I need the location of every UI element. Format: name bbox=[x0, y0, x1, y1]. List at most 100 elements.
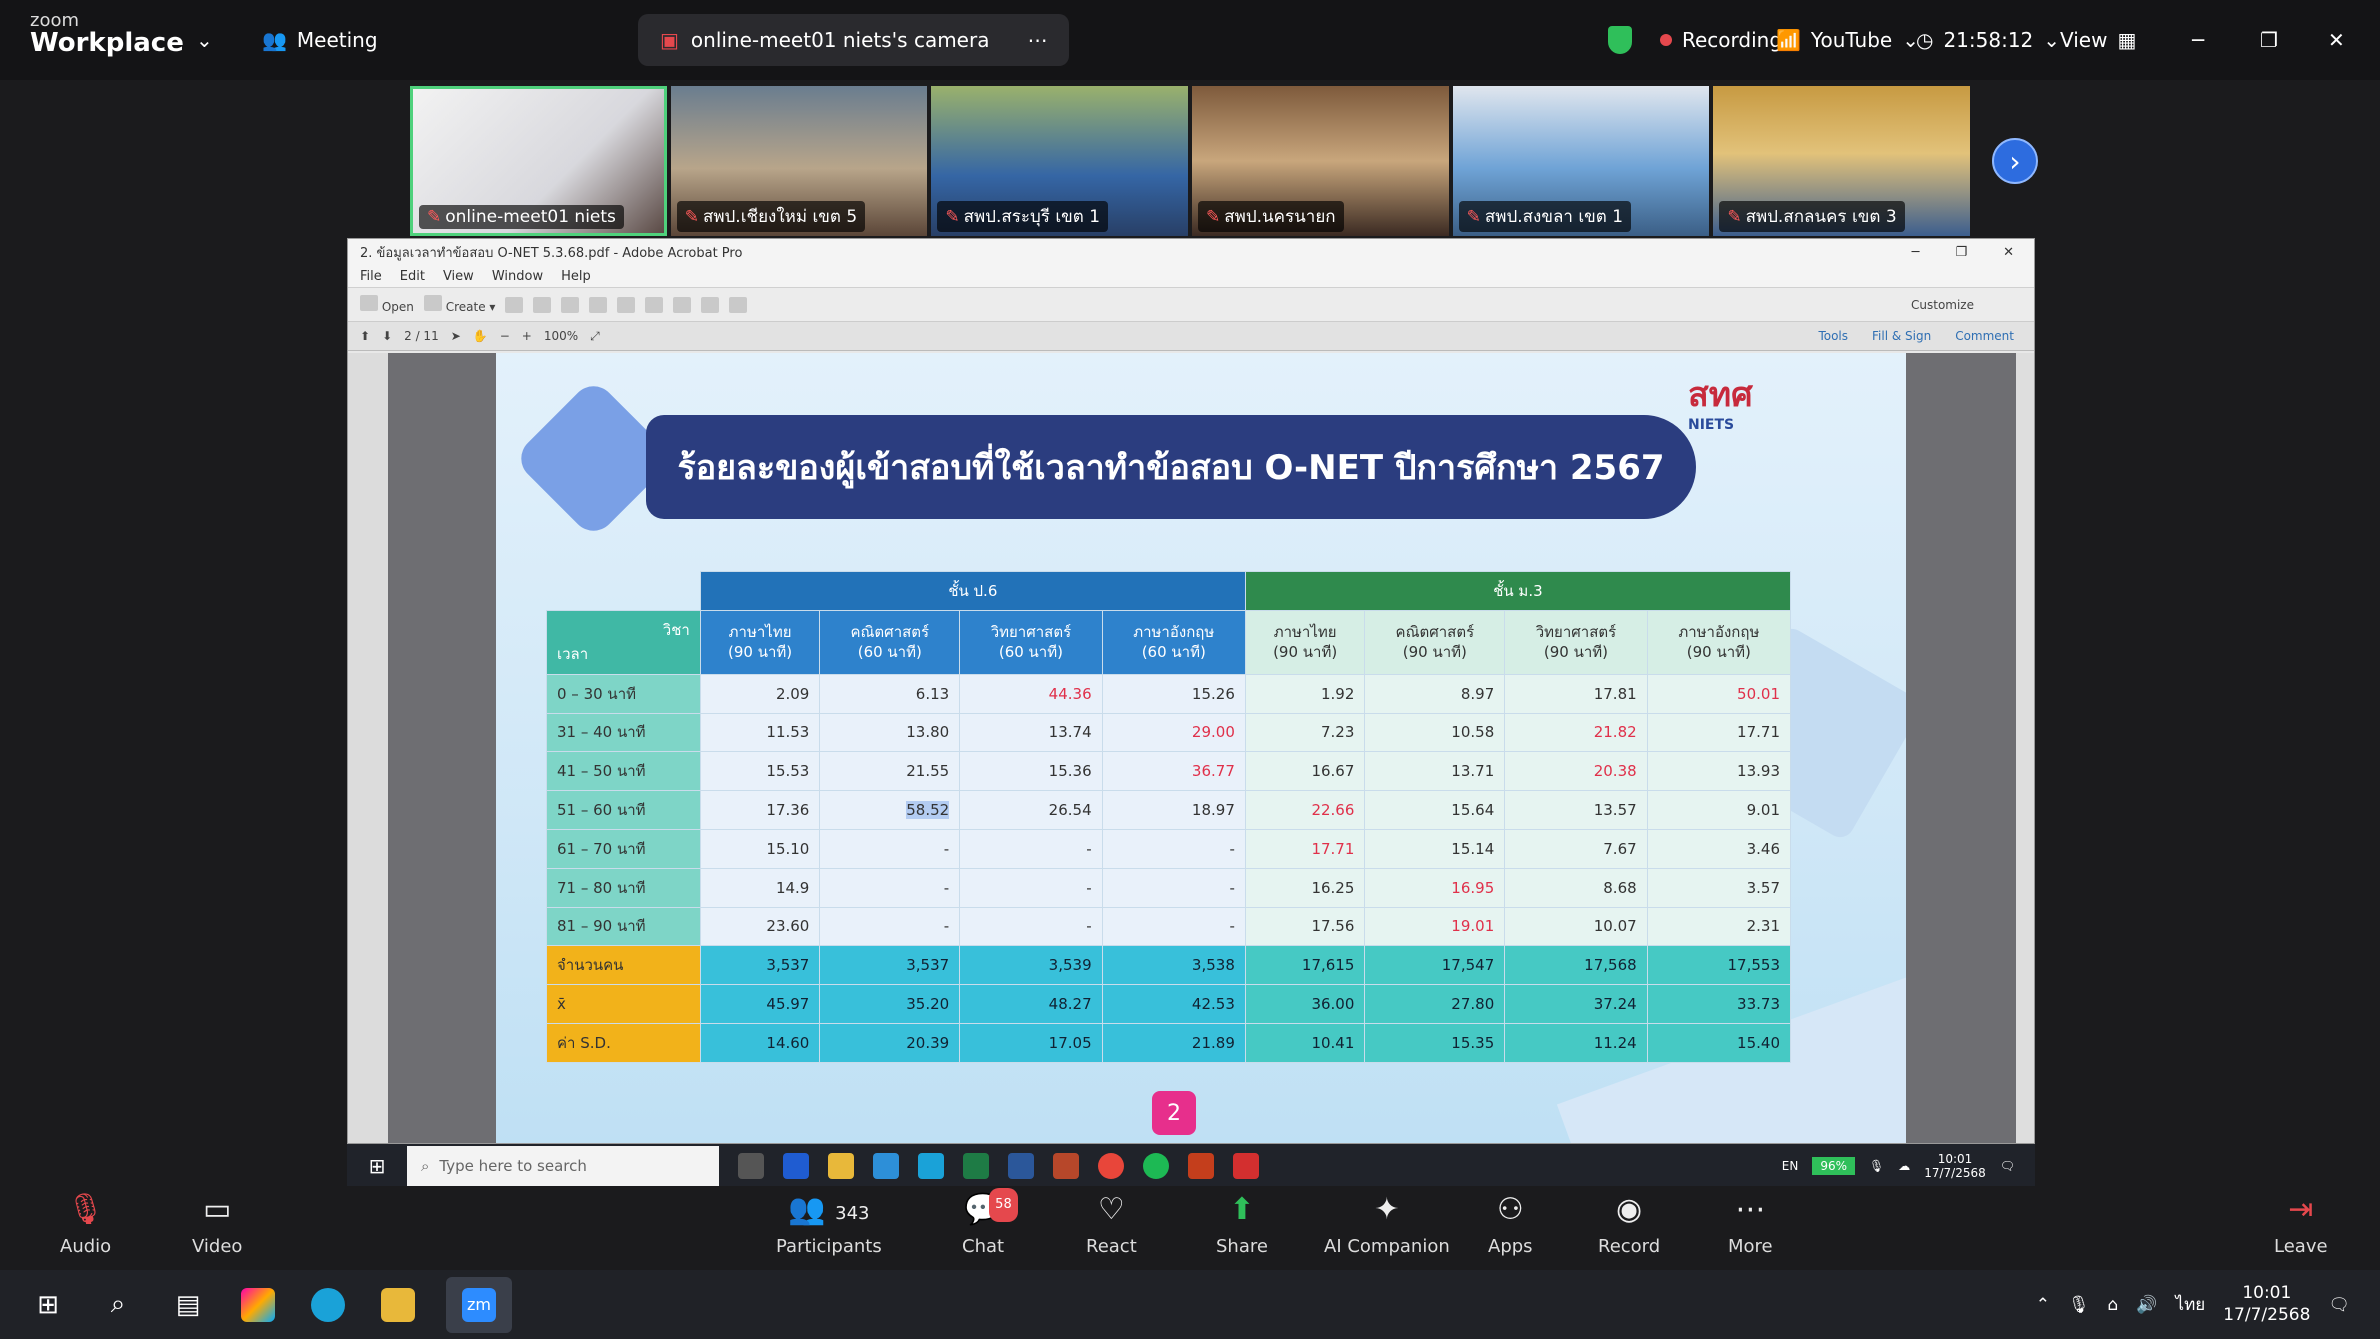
file-explorer-icon[interactable] bbox=[828, 1153, 854, 1179]
share-button[interactable]: ⬆ Share bbox=[1216, 1194, 1268, 1258]
ai-companion-button[interactable]: ✦ AI Companion bbox=[1324, 1194, 1450, 1258]
youtube-stream-menu[interactable]: 📶 YouTube ⌄ bbox=[1776, 0, 1919, 80]
zoom-workplace-logo[interactable]: zoom Workplace bbox=[30, 12, 184, 57]
fit-page-icon[interactable]: ⤢ bbox=[590, 329, 600, 344]
audio-button[interactable]: 🎙 Audio bbox=[60, 1194, 111, 1258]
remote-search-box[interactable]: ⌕ Type here to search bbox=[407, 1146, 719, 1186]
task-view-icon[interactable]: ▤ bbox=[166, 1283, 210, 1327]
chrome-icon[interactable] bbox=[1098, 1153, 1124, 1179]
notification-icon[interactable]: 🗨 bbox=[2000, 1159, 2015, 1173]
stamp-icon[interactable] bbox=[701, 296, 720, 313]
view-menu[interactable]: View ▦ bbox=[2060, 0, 2136, 80]
mic-icon[interactable]: 🎙 bbox=[1869, 1159, 1884, 1173]
chevron-down-icon[interactable]: ⌄ bbox=[196, 0, 213, 80]
apps-button[interactable]: ⚇ Apps bbox=[1488, 1194, 1533, 1258]
highlight-icon[interactable] bbox=[673, 296, 692, 313]
edge-icon[interactable] bbox=[918, 1153, 944, 1179]
print-icon[interactable] bbox=[533, 296, 552, 313]
lang-indicator[interactable]: ไทย bbox=[2176, 1291, 2206, 1318]
powerpoint-icon[interactable] bbox=[1188, 1153, 1214, 1179]
menu-file[interactable]: File bbox=[360, 269, 382, 284]
page-indicator[interactable]: 2 / 11 bbox=[404, 329, 439, 343]
prev-page-icon[interactable]: ⬆ bbox=[360, 329, 370, 343]
spotify-icon[interactable] bbox=[1143, 1153, 1169, 1179]
zoom-level[interactable]: 100% bbox=[544, 329, 578, 343]
meeting-menu[interactable]: 👥 Meeting bbox=[262, 0, 378, 80]
close-button[interactable]: ✕ bbox=[2328, 0, 2345, 80]
subject-header: คณิตศาสตร์ (90 นาที) bbox=[1364, 609, 1506, 675]
access-icon[interactable] bbox=[1053, 1153, 1079, 1179]
pdf-icon[interactable] bbox=[729, 296, 748, 313]
notification-icon[interactable]: 🗨 bbox=[2328, 1295, 2350, 1315]
comment-icon[interactable] bbox=[645, 296, 664, 313]
excel-icon[interactable] bbox=[963, 1153, 989, 1179]
participants-button[interactable]: 👥 343 Participants bbox=[776, 1194, 882, 1258]
create-button[interactable]: Create ▾ bbox=[423, 295, 495, 314]
menu-view[interactable]: View bbox=[443, 269, 474, 284]
video-tile[interactable]: ✎ สพป.เชียงใหม่ เขต 5 bbox=[670, 86, 928, 236]
network-icon[interactable]: ☁ bbox=[1898, 1159, 1910, 1173]
open-button[interactable]: Open bbox=[360, 295, 414, 314]
mic-icon[interactable]: 🎙 bbox=[2068, 1295, 2090, 1315]
customize-dropdown[interactable]: Customize bbox=[1911, 298, 2034, 312]
video-tile[interactable]: ✎ online-meet01 niets bbox=[410, 86, 667, 236]
chat-button[interactable]: 💬 58 Chat bbox=[962, 1188, 1018, 1257]
edge-icon[interactable] bbox=[306, 1283, 350, 1327]
more-options-icon[interactable]: ⋯ bbox=[1027, 28, 1047, 52]
video-tile[interactable]: ✎ สพป.สงขลา เขต 1 bbox=[1452, 86, 1710, 236]
next-page-arrow-icon[interactable]: › bbox=[1992, 138, 2038, 184]
video-tile[interactable]: ✎ สพป.นครนายก bbox=[1192, 86, 1449, 236]
security-shield-icon[interactable] bbox=[1608, 0, 1632, 80]
acrobat-icon[interactable] bbox=[1233, 1153, 1259, 1179]
outlook-icon[interactable] bbox=[873, 1153, 899, 1179]
local-clock[interactable]: 10:01 17/7/2568 bbox=[2223, 1283, 2310, 1326]
meeting-timer[interactable]: ◷ 21:58:12 ⌄ bbox=[1916, 0, 2060, 80]
windows-start-icon[interactable]: ⊞ bbox=[347, 1154, 407, 1178]
vertical-scrollbar[interactable] bbox=[2016, 353, 2034, 1143]
video-tile[interactable]: ✎ สพป.สระบุรี เขต 1 bbox=[931, 86, 1188, 236]
select-tool-icon[interactable]: ➤ bbox=[451, 329, 461, 343]
selected-text[interactable]: 58.52 bbox=[906, 801, 950, 820]
zoom-app-icon[interactable]: zm bbox=[446, 1276, 512, 1333]
windows-start-icon[interactable]: ⊞ bbox=[26, 1283, 70, 1327]
chevron-up-icon[interactable]: ⌃ bbox=[2036, 1295, 2050, 1315]
menu-edit[interactable]: Edit bbox=[400, 269, 425, 284]
menu-window[interactable]: Window bbox=[492, 269, 543, 284]
volume-icon[interactable]: 🔊 bbox=[2136, 1295, 2157, 1315]
remote-clock[interactable]: 10:01 17/7/2568 bbox=[1924, 1152, 1986, 1181]
battery-indicator[interactable]: 96% bbox=[1812, 1157, 1855, 1175]
minimize-button[interactable]: ─ bbox=[2192, 0, 2204, 80]
close-icon[interactable]: ✕ bbox=[2003, 245, 2014, 260]
network-icon[interactable]: ⌂ bbox=[2108, 1295, 2119, 1315]
menu-help[interactable]: Help bbox=[561, 269, 591, 284]
task-view-icon[interactable] bbox=[738, 1153, 764, 1179]
email-icon[interactable] bbox=[561, 296, 580, 313]
zoom-in-icon[interactable]: + bbox=[522, 329, 532, 343]
record-button[interactable]: ◉ Record bbox=[1598, 1194, 1660, 1258]
hand-tool-icon[interactable]: ✋ bbox=[473, 329, 488, 343]
save-icon[interactable] bbox=[505, 296, 524, 313]
copilot-icon[interactable] bbox=[236, 1283, 280, 1327]
lang-indicator[interactable]: EN bbox=[1782, 1159, 1799, 1173]
file-explorer-icon[interactable] bbox=[376, 1283, 420, 1327]
video-tile[interactable]: ✎ สพป.สกลนคร เขต 3 bbox=[1713, 86, 1970, 236]
react-button[interactable]: ♡ React bbox=[1086, 1194, 1137, 1258]
word-icon[interactable] bbox=[1008, 1153, 1034, 1179]
fill-sign-tab[interactable]: Fill & Sign bbox=[1872, 329, 1931, 343]
recording-indicator[interactable]: Recording bbox=[1660, 0, 1782, 80]
comment-tab[interactable]: Comment bbox=[1955, 329, 2014, 343]
camera-tab[interactable]: ▣ online-meet01 niets's camera ⋯ bbox=[638, 0, 1070, 80]
zoom-out-icon[interactable]: − bbox=[500, 329, 510, 343]
next-page-icon[interactable]: ⬇ bbox=[382, 329, 392, 343]
search-icon[interactable]: ⌕ bbox=[96, 1283, 140, 1327]
video-button[interactable]: ▭ Video bbox=[192, 1194, 242, 1258]
minimize-icon[interactable]: ─ bbox=[1912, 245, 1920, 260]
leave-button[interactable]: ⇥ Leave bbox=[2274, 1194, 2328, 1258]
restore-icon[interactable]: ❐ bbox=[1955, 245, 1967, 260]
edit-icon[interactable] bbox=[589, 296, 608, 313]
settings-icon[interactable] bbox=[617, 296, 636, 313]
restore-button[interactable]: ❐ bbox=[2260, 0, 2278, 80]
line-app-icon[interactable] bbox=[783, 1153, 809, 1179]
more-button[interactable]: ⋯ More bbox=[1728, 1194, 1773, 1258]
tools-tab[interactable]: Tools bbox=[1818, 329, 1848, 343]
